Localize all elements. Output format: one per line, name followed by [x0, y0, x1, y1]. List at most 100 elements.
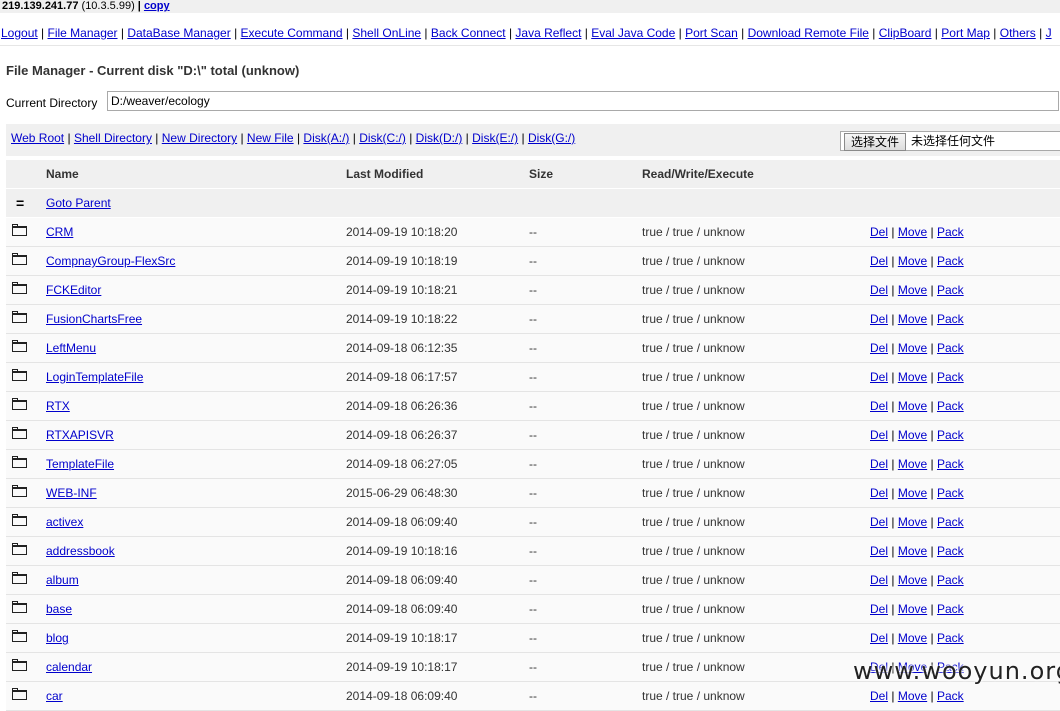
nav-link-disk-d[interactable]: Disk(D:/) [416, 131, 463, 145]
pack-link[interactable]: Pack [937, 486, 964, 500]
nav-link-new-directory[interactable]: New Directory [162, 131, 237, 145]
move-link[interactable]: Move [898, 544, 927, 558]
menu-item-eval-java-code[interactable]: Eval Java Code [591, 26, 675, 40]
move-link[interactable]: Move [898, 631, 927, 645]
folder-name-link[interactable]: FCKEditor [46, 283, 101, 297]
del-link[interactable]: Del [870, 544, 888, 558]
menu-item-java-reflect[interactable]: Java Reflect [515, 26, 581, 40]
del-link[interactable]: Del [870, 515, 888, 529]
folder-name-link[interactable]: TemplateFile [46, 457, 114, 471]
pack-link[interactable]: Pack [937, 428, 964, 442]
menu-separator: | [37, 26, 48, 40]
del-link[interactable]: Del [870, 428, 888, 442]
file-upload-widget[interactable]: 选择文件 未选择任何文件 [840, 131, 1060, 151]
menu-item-port-map[interactable]: Port Map [941, 26, 990, 40]
nav-link-disk-c[interactable]: Disk(C:/) [359, 131, 406, 145]
nav-separator: | [237, 131, 247, 145]
del-link[interactable]: Del [870, 312, 888, 326]
menu-item-port-scan[interactable]: Port Scan [685, 26, 738, 40]
goto-parent-link[interactable]: Goto Parent [46, 196, 111, 210]
menu-item-logout[interactable]: Logout [1, 26, 38, 40]
folder-name-link[interactable]: WEB-INF [46, 486, 97, 500]
del-link[interactable]: Del [870, 399, 888, 413]
current-directory-input[interactable] [107, 91, 1059, 111]
pack-link[interactable]: Pack [937, 515, 964, 529]
nav-link-shell-directory[interactable]: Shell Directory [74, 131, 152, 145]
move-link[interactable]: Move [898, 602, 927, 616]
move-link[interactable]: Move [898, 312, 927, 326]
folder-name-link[interactable]: LeftMenu [46, 341, 96, 355]
pack-link[interactable]: Pack [937, 370, 964, 384]
folder-name-link[interactable]: CompnayGroup-FlexSrc [46, 254, 175, 268]
folder-name-link[interactable]: album [46, 573, 79, 587]
pack-link[interactable]: Pack [937, 283, 964, 297]
del-link[interactable]: Del [870, 283, 888, 297]
folder-name-link[interactable]: calendar [46, 660, 92, 674]
nav-link-new-file[interactable]: New File [247, 131, 294, 145]
folder-name-link[interactable]: blog [46, 631, 69, 645]
folder-name-link[interactable]: base [46, 602, 72, 616]
pack-link[interactable]: Pack [937, 341, 964, 355]
pack-link[interactable]: Pack [937, 457, 964, 471]
move-link[interactable]: Move [898, 341, 927, 355]
choose-file-button[interactable]: 选择文件 [844, 133, 907, 151]
folder-name-link[interactable]: activex [46, 515, 83, 529]
folder-name-link[interactable]: LoginTemplateFile [46, 370, 143, 384]
nav-link-web-root[interactable]: Web Root [11, 131, 64, 145]
move-link[interactable]: Move [898, 370, 927, 384]
pack-link[interactable]: Pack [937, 225, 964, 239]
pack-link[interactable]: Pack [937, 573, 964, 587]
del-link[interactable]: Del [870, 457, 888, 471]
last-modified: 2015-06-29 06:48:30 [346, 486, 458, 500]
del-link[interactable]: Del [870, 573, 888, 587]
folder-name-link[interactable]: RTX [46, 399, 70, 413]
move-link[interactable]: Move [898, 486, 927, 500]
copy-link[interactable]: copy [144, 0, 170, 12]
del-link[interactable]: Del [870, 370, 888, 384]
action-separator: | [891, 254, 895, 268]
move-link[interactable]: Move [898, 254, 927, 268]
folder-name-link[interactable]: FusionChartsFree [46, 312, 142, 326]
move-link[interactable]: Move [898, 573, 927, 587]
main-menu: Logout | File Manager | DataBase Manager… [0, 25, 1060, 46]
host-lan-ip: (10.3.5.99) [81, 0, 135, 12]
action-separator: | [891, 573, 895, 587]
move-link[interactable]: Move [898, 399, 927, 413]
nav-link-disk-a[interactable]: Disk(A:/) [303, 131, 349, 145]
nav-link-disk-g[interactable]: Disk(G:/) [528, 131, 575, 145]
menu-item-database-manager[interactable]: DataBase Manager [127, 26, 230, 40]
del-link[interactable]: Del [870, 602, 888, 616]
move-link[interactable]: Move [898, 283, 927, 297]
pack-link[interactable]: Pack [937, 602, 964, 616]
del-link[interactable]: Del [870, 225, 888, 239]
menu-item-clipboard[interactable]: ClipBoard [879, 26, 932, 40]
pack-link[interactable]: Pack [937, 399, 964, 413]
menu-item-download-remote-file[interactable]: Download Remote File [748, 26, 869, 40]
pack-link[interactable]: Pack [937, 254, 964, 268]
pack-link[interactable]: Pack [937, 312, 964, 326]
move-link[interactable]: Move [898, 225, 927, 239]
table-row: LoginTemplateFile 2014-09-18 06:17:57 -- tr… [6, 363, 1060, 392]
move-link[interactable]: Move [898, 515, 927, 529]
menu-item-others[interactable]: Others [1000, 26, 1036, 40]
menu-item-j[interactable]: J [1046, 26, 1052, 40]
del-link[interactable]: Del [870, 254, 888, 268]
menu-item-shell-online[interactable]: Shell OnLine [352, 26, 421, 40]
del-link[interactable]: Del [870, 631, 888, 645]
menu-item-file-manager[interactable]: File Manager [48, 26, 118, 40]
folder-name-link[interactable]: RTXAPISVR [46, 428, 114, 442]
move-link[interactable]: Move [898, 457, 927, 471]
action-separator: | [891, 428, 895, 442]
pack-link[interactable]: Pack [937, 544, 964, 558]
directory-nav-bar: Web Root | Shell Directory | New Directo… [6, 124, 1060, 156]
pack-link[interactable]: Pack [937, 631, 964, 645]
del-link[interactable]: Del [870, 341, 888, 355]
nav-link-disk-e[interactable]: Disk(E:/) [472, 131, 518, 145]
menu-item-back-connect[interactable]: Back Connect [431, 26, 506, 40]
action-separator: | [891, 399, 895, 413]
del-link[interactable]: Del [870, 486, 888, 500]
menu-item-execute-command[interactable]: Execute Command [241, 26, 343, 40]
folder-name-link[interactable]: addressbook [46, 544, 115, 558]
move-link[interactable]: Move [898, 428, 927, 442]
folder-name-link[interactable]: CRM [46, 225, 73, 239]
